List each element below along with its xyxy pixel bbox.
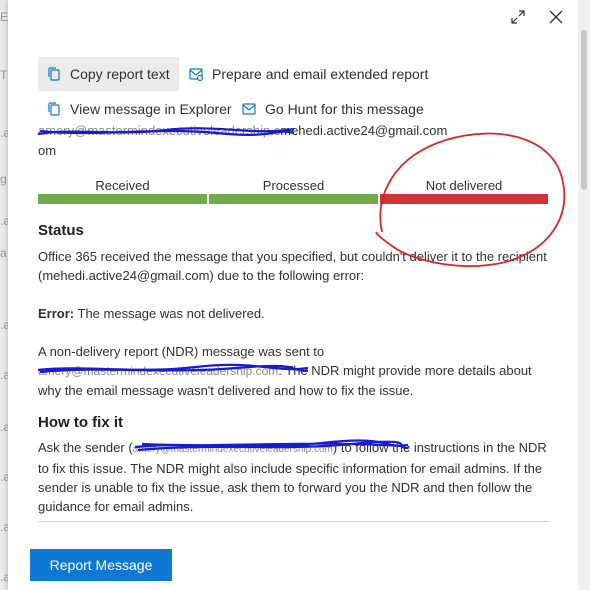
close-button[interactable] <box>544 6 568 28</box>
email-report-icon <box>189 68 204 82</box>
status-heading: Status <box>38 222 84 239</box>
stage-received: Received <box>38 178 207 204</box>
backdrop-text: T <box>0 68 8 82</box>
explorer-icon <box>48 102 60 116</box>
redaction-scribble <box>37 363 309 374</box>
stage-bar <box>380 194 548 204</box>
view-in-explorer-button[interactable]: View message in Explorer <box>38 92 240 126</box>
prepare-email-report-button[interactable]: Prepare and email extended report <box>180 57 436 91</box>
copy-report-label: Copy report text <box>70 66 170 82</box>
redaction-scribble <box>37 127 295 136</box>
view-explorer-label: View message in Explorer <box>70 101 232 117</box>
backdrop-text: a <box>0 246 7 260</box>
error-text: The message was not delivered. <box>74 306 265 321</box>
close-icon <box>549 10 563 24</box>
error-label: Error: <box>38 306 75 321</box>
backdrop-text: g <box>0 172 7 186</box>
stage-processed: Processed <box>209 178 378 204</box>
expand-icon <box>511 10 525 24</box>
stage-label: Not delivered <box>425 178 503 193</box>
divider <box>38 521 549 522</box>
fix-pre: Ask the sender ( <box>38 440 133 455</box>
scrollbar-thumb[interactable] <box>581 30 587 190</box>
redaction-scribble <box>134 439 409 452</box>
stage-bar <box>38 194 207 204</box>
go-hunt-button[interactable]: Go Hunt for this message <box>233 92 432 126</box>
hunt-icon <box>242 103 256 115</box>
error-line: Error: The message was not delivered. <box>38 304 548 323</box>
report-message-button[interactable]: Report Message <box>30 549 172 581</box>
prepare-email-label: Prepare and email extended report <box>212 66 429 82</box>
stage-bar <box>209 194 378 204</box>
recipient-email: mehedi.active24@gmail.com <box>280 123 448 138</box>
fix-heading: How to fix it <box>38 414 123 431</box>
expand-button[interactable] <box>506 6 530 28</box>
stage-not-delivered: Not delivered <box>380 178 548 204</box>
stage-label: Received <box>95 178 150 193</box>
copy-report-button[interactable]: Copy report text <box>38 57 179 91</box>
copy-icon <box>48 67 60 81</box>
recipient-wrap: om <box>38 143 57 158</box>
status-body: Office 365 received the message that you… <box>38 249 547 283</box>
go-hunt-label: Go Hunt for this message <box>265 101 424 117</box>
stage-label: Processed <box>262 178 325 193</box>
ndr-intro: A non-delivery report (NDR) message was … <box>38 344 325 359</box>
backdrop-text: E <box>0 10 9 24</box>
